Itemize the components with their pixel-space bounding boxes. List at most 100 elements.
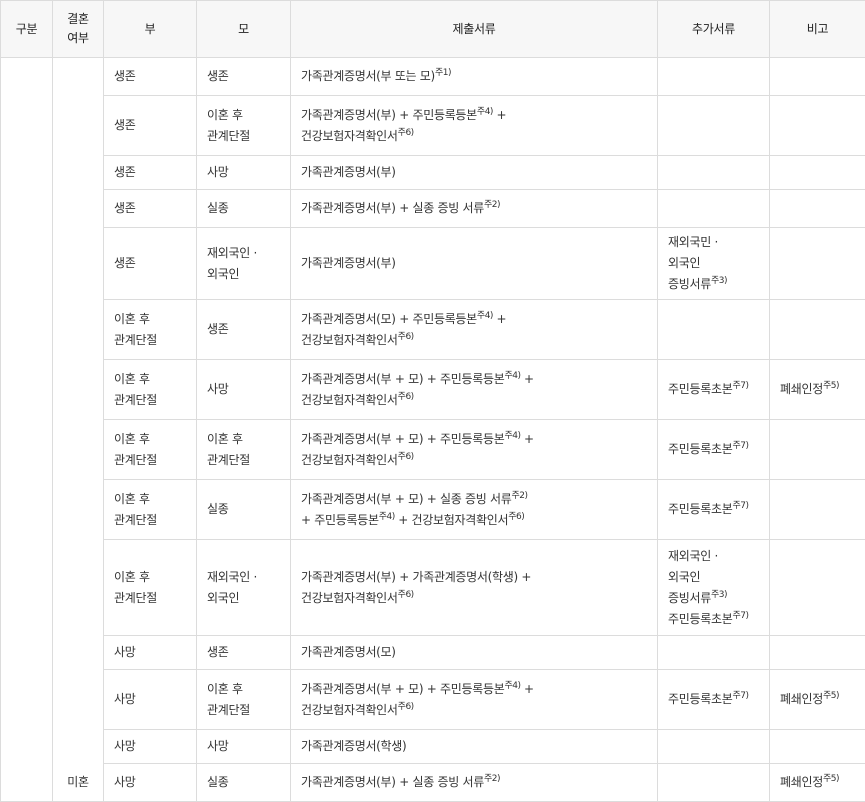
- cell-text: 외국인: [668, 570, 700, 584]
- cell-text: 폐쇄인정: [780, 775, 823, 789]
- cell-line: 사망: [114, 736, 186, 757]
- cell-line: 이혼 후: [114, 489, 186, 510]
- father-cell: 이혼 후관계단절: [104, 360, 197, 420]
- cell-line: 증빙서류주3): [668, 588, 759, 609]
- father-cell: 생존: [104, 228, 197, 300]
- cell-line: 가족관계증명서(부) + 실종 증빙 서류주2): [301, 198, 647, 219]
- mother-cell: 실종: [197, 764, 291, 802]
- table-row: 사망이혼 후관계단절가족관계증명서(부 + 모) + 주민등록등본주4) +건강…: [1, 670, 865, 730]
- cell-text: 가족관계증명서(부 + 모) + 주민등록등본: [301, 372, 504, 386]
- cell-line: 재외국민 ·: [668, 232, 759, 253]
- documents-cell: 가족관계증명서(부) + 가족관계증명서(학생) + 건강보험자격확인서주6): [291, 540, 658, 636]
- remarks-cell: [770, 58, 865, 96]
- footnote-marker: 주3): [711, 276, 727, 286]
- cell-text: 가족관계증명서(부): [301, 256, 396, 270]
- additional-documents-cell: 재외국민 ·외국인증빙서류주3): [658, 228, 770, 300]
- remarks-cell: [770, 540, 865, 636]
- cell-text: +: [493, 312, 506, 326]
- mother-cell: 사망: [197, 156, 291, 190]
- additional-documents-cell: 재외국인 ·외국인증빙서류주3)주민등록초본주7): [658, 540, 770, 636]
- cell-line: 건강보험자격확인서주6): [301, 700, 647, 721]
- cell-line: 가족관계증명서(부 + 모) + 주민등록등본주4) +: [301, 369, 647, 390]
- cell-line: 증빙서류주3): [668, 274, 759, 295]
- cell-text: 증빙서류: [668, 277, 711, 291]
- footnote-marker: 주6): [398, 452, 414, 462]
- cell-line: 가족관계증명서(부): [301, 162, 647, 183]
- cell-text: 건강보험자격확인서: [301, 393, 398, 407]
- footnote-marker: 주4): [504, 371, 520, 381]
- mother-cell: 실종: [197, 480, 291, 540]
- cell-line: 생존: [207, 319, 280, 340]
- cell-line: 가족관계증명서(부) + 실종 증빙 서류주2): [301, 772, 647, 793]
- footnote-marker: 주7): [732, 441, 748, 451]
- cell-line: 관계단절: [114, 450, 186, 471]
- footnote-marker: 주5): [823, 381, 839, 391]
- cell-line: 외국인: [668, 567, 759, 588]
- father-cell: 이혼 후관계단절: [104, 300, 197, 360]
- cell-text: 주민등록초본: [668, 612, 732, 626]
- father-cell: 사망: [104, 636, 197, 670]
- cell-line: 관계단절: [114, 330, 186, 351]
- cell-text: 가족관계증명서(부 또는 모): [301, 69, 435, 83]
- cell-line: 가족관계증명서(부) + 주민등록등본주4) +: [301, 105, 647, 126]
- cell-line: + 주민등록등본주4) + 건강보험자격확인서주6): [301, 510, 647, 531]
- mother-cell: 사망: [197, 360, 291, 420]
- father-cell: 생존: [104, 58, 197, 96]
- cell-text: + 주민등록등본: [301, 513, 379, 527]
- footnote-marker: 주7): [732, 501, 748, 511]
- cell-line: 외국인: [207, 264, 280, 285]
- cell-line: 폐쇄인정주5): [780, 772, 855, 793]
- documents-cell: 가족관계증명서(모) + 주민등록등본주4) +건강보험자격확인서주6): [291, 300, 658, 360]
- cell-text: 건강보험자격확인서: [301, 453, 398, 467]
- cell-line: 주민등록초본주7): [668, 439, 759, 460]
- cell-line: 이혼 후: [207, 679, 280, 700]
- cell-line: 재외국인 ·: [207, 243, 280, 264]
- cell-text: 가족관계증명서(부) + 주민등록등본: [301, 108, 477, 122]
- footnote-marker: 주4): [477, 311, 493, 321]
- cell-text: 가족관계증명서(부) + 실종 증빙 서류: [301, 775, 484, 789]
- marriage-status-cell: 미혼: [53, 58, 104, 802]
- documents-cell: 가족관계증명서(부): [291, 228, 658, 300]
- cell-text: +: [520, 372, 533, 386]
- cell-line: 가족관계증명서(모) + 주민등록등본주4) +: [301, 309, 647, 330]
- cell-line: 재외국인 ·: [668, 546, 759, 567]
- header-category: 구분: [1, 1, 53, 58]
- cell-line: 사망: [114, 642, 186, 663]
- cell-line: 건강보험자격확인서주6): [301, 390, 647, 411]
- table-row: 사망생존가족관계증명서(모): [1, 636, 865, 670]
- header-father: 부: [104, 1, 197, 58]
- cell-text: + 건강보험자격확인서: [395, 513, 508, 527]
- cell-line: 이혼 후: [207, 429, 280, 450]
- cell-line: 폐쇄인정주5): [780, 379, 855, 400]
- cell-text: 가족관계증명서(부): [301, 165, 396, 179]
- footnote-marker: 주7): [732, 381, 748, 391]
- remarks-cell: [770, 730, 865, 764]
- footnote-marker: 주4): [379, 512, 395, 522]
- additional-documents-cell: 주민등록초본주7): [658, 670, 770, 730]
- footnote-marker: 주5): [823, 774, 839, 784]
- remarks-cell: [770, 156, 865, 190]
- cell-line: 건강보험자격확인서주6): [301, 588, 647, 609]
- cell-text: +: [493, 108, 506, 122]
- mother-cell: 실종: [197, 190, 291, 228]
- cell-line: 가족관계증명서(부 + 모) + 실종 증빙 서류주2): [301, 489, 647, 510]
- remarks-cell: [770, 228, 865, 300]
- table-row: 사망실종가족관계증명서(부) + 실종 증빙 서류주2)폐쇄인정주5): [1, 764, 865, 802]
- cell-text: +: [520, 432, 533, 446]
- remarks-cell: [770, 420, 865, 480]
- header-remarks: 비고: [770, 1, 865, 58]
- cell-line: 가족관계증명서(모): [301, 642, 647, 663]
- documents-cell: 가족관계증명서(부) + 실종 증빙 서류주2): [291, 764, 658, 802]
- cell-text: 가족관계증명서(부) + 가족관계증명서(학생) +: [301, 570, 531, 584]
- cell-line: 이혼 후: [207, 105, 280, 126]
- mother-cell: 생존: [197, 300, 291, 360]
- cell-line: 관계단절: [114, 390, 186, 411]
- table-row: 이혼 후관계단절실종가족관계증명서(부 + 모) + 실종 증빙 서류주2)+ …: [1, 480, 865, 540]
- footnote-marker: 주6): [398, 590, 414, 600]
- cell-text: 재외국인 ·: [668, 549, 718, 563]
- additional-documents-cell: [658, 764, 770, 802]
- remarks-cell: 폐쇄인정주5): [770, 670, 865, 730]
- cell-text: 가족관계증명서(모): [301, 645, 396, 659]
- footnote-marker: 주2): [484, 200, 500, 210]
- table-row: 이혼 후관계단절재외국인 ·외국인가족관계증명서(부) + 가족관계증명서(학생…: [1, 540, 865, 636]
